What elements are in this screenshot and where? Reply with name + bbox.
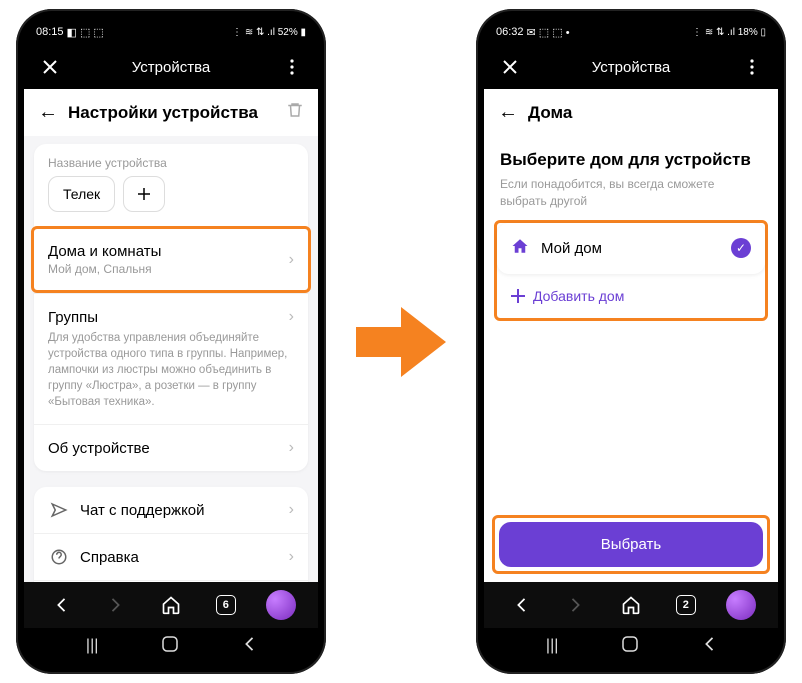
close-icon[interactable]: [498, 55, 522, 79]
alice-button[interactable]: [726, 590, 756, 620]
browser-home-icon[interactable]: [156, 590, 186, 620]
add-name-button[interactable]: [123, 176, 165, 212]
browser-back-icon[interactable]: [506, 590, 536, 620]
content-area: ← Дома Выберите дом для устройств Если п…: [484, 89, 778, 582]
row-help[interactable]: Справка ›: [34, 533, 308, 580]
home-button[interactable]: [622, 636, 638, 657]
home-option[interactable]: Мой дом ✓: [497, 223, 765, 274]
browser-forward-icon[interactable]: [101, 590, 131, 620]
chevron-right-icon: ›: [289, 439, 294, 457]
system-nav-bar: |||: [24, 628, 318, 664]
home-option-card: Мой дом ✓: [497, 223, 765, 274]
highlight-select-button: Выбрать: [492, 515, 770, 574]
prompt-title: Выберите дом для устройств: [500, 150, 762, 170]
system-back-button[interactable]: [242, 637, 256, 656]
row-title: Дома и комнаты: [48, 243, 289, 260]
recents-button[interactable]: |||: [546, 637, 558, 655]
row-about-device[interactable]: Об устройстве ›: [34, 424, 308, 471]
row-groups[interactable]: Группы ›: [34, 293, 308, 330]
camera-notch: [622, 13, 640, 31]
status-time: 06:32: [496, 26, 524, 38]
titlebar-title: Устройства: [62, 59, 280, 76]
select-button[interactable]: Выбрать: [499, 522, 763, 567]
row-homes-rooms[interactable]: Дома и комнаты Мой дом, Спальня ›: [34, 229, 308, 290]
browser-toolbar: 2: [484, 582, 778, 628]
titlebar-title: Устройства: [522, 59, 740, 76]
home-button[interactable]: [162, 636, 178, 657]
home-name: Мой дом: [541, 240, 731, 257]
page-title: Дома: [528, 103, 764, 123]
support-card: Чат с поддержкой › Справка › Форма обрат…: [34, 487, 308, 582]
prompt-block: Выберите дом для устройств Если понадоби…: [484, 136, 778, 220]
browser-tabs-button[interactable]: 2: [671, 590, 701, 620]
chevron-right-icon: ›: [289, 548, 294, 566]
browser-forward-icon[interactable]: [561, 590, 591, 620]
device-name-card: Название устройства Телек Дома и комнаты…: [34, 144, 308, 471]
menu-dots-icon[interactable]: [280, 55, 304, 79]
back-arrow-icon[interactable]: ←: [498, 101, 518, 124]
row-title: Об устройстве: [48, 440, 150, 457]
recents-button[interactable]: |||: [86, 637, 98, 655]
row-title: Справка: [80, 549, 289, 566]
status-left-icons: ◧ ⬚ ⬚: [67, 26, 104, 39]
back-arrow-icon[interactable]: ←: [38, 101, 58, 124]
phone-left: 08:15 ◧ ⬚ ⬚ ⋮ ≋ ⇅ .ıl 52% ▮ Устройства ←…: [16, 9, 326, 674]
chevron-right-icon: ›: [289, 501, 294, 519]
row-title: Группы: [48, 309, 98, 326]
selected-check-icon: ✓: [731, 238, 751, 258]
menu-dots-icon[interactable]: [740, 55, 764, 79]
delete-icon[interactable]: [286, 101, 304, 124]
system-nav-bar: |||: [484, 628, 778, 664]
screen-right: 06:32 ✉ ⬚ ⬚ • ⋮ ≋ ⇅ .ıl 18% ▯ Устройства…: [484, 19, 778, 664]
highlight-homes-rooms: Дома и комнаты Мой дом, Спальня ›: [31, 226, 311, 293]
highlight-home-selection: Мой дом ✓ Добавить дом: [494, 220, 768, 321]
chevron-right-icon: ›: [289, 251, 294, 269]
status-left-icons: ✉ ⬚ ⬚ •: [527, 26, 570, 39]
device-name-label: Название устройства: [34, 144, 308, 176]
page-title: Настройки устройства: [68, 103, 276, 123]
content-area: ← Настройки устройства Название устройст…: [24, 89, 318, 582]
status-right-icons: ⋮ ≋ ⇅ .ıl 18% ▯: [692, 27, 766, 38]
row-support-chat[interactable]: Чат с поддержкой ›: [34, 487, 308, 533]
alice-button[interactable]: [266, 590, 296, 620]
page-header: ← Дома: [484, 89, 778, 136]
groups-description: Для удобства управления объединяйте устр…: [34, 330, 308, 424]
prompt-subtitle: Если понадобится, вы всегда сможете выбр…: [500, 176, 762, 210]
close-icon[interactable]: [38, 55, 62, 79]
help-icon: [48, 548, 70, 566]
add-home-label: Добавить дом: [533, 288, 624, 304]
add-home-button[interactable]: Добавить дом: [497, 274, 765, 318]
browser-back-icon[interactable]: [46, 590, 76, 620]
tab-count: 2: [676, 595, 696, 615]
device-name-chip[interactable]: Телек: [48, 176, 115, 212]
app-titlebar: Устройства: [24, 45, 318, 89]
camera-notch: [162, 13, 180, 31]
app-titlebar: Устройства: [484, 45, 778, 89]
browser-toolbar: 6: [24, 582, 318, 628]
chevron-right-icon: ›: [289, 308, 294, 326]
tab-count: 6: [216, 595, 236, 615]
screen-left: 08:15 ◧ ⬚ ⬚ ⋮ ≋ ⇅ .ıl 52% ▮ Устройства ←…: [24, 19, 318, 664]
row-title: Чат с поддержкой: [80, 502, 289, 519]
status-time: 08:15: [36, 26, 64, 38]
row-subtitle: Мой дом, Спальня: [48, 262, 289, 276]
browser-home-icon[interactable]: [616, 590, 646, 620]
footer-area: Выбрать: [484, 507, 778, 582]
system-back-button[interactable]: [702, 637, 716, 656]
phone-right: 06:32 ✉ ⬚ ⬚ • ⋮ ≋ ⇅ .ıl 18% ▯ Устройства…: [476, 9, 786, 674]
transition-arrow: [356, 307, 446, 377]
chat-icon: [48, 501, 70, 519]
browser-tabs-button[interactable]: 6: [211, 590, 241, 620]
home-icon: [511, 237, 529, 260]
status-right-icons: ⋮ ≋ ⇅ .ıl 52% ▮: [232, 27, 306, 38]
page-header: ← Настройки устройства: [24, 89, 318, 136]
